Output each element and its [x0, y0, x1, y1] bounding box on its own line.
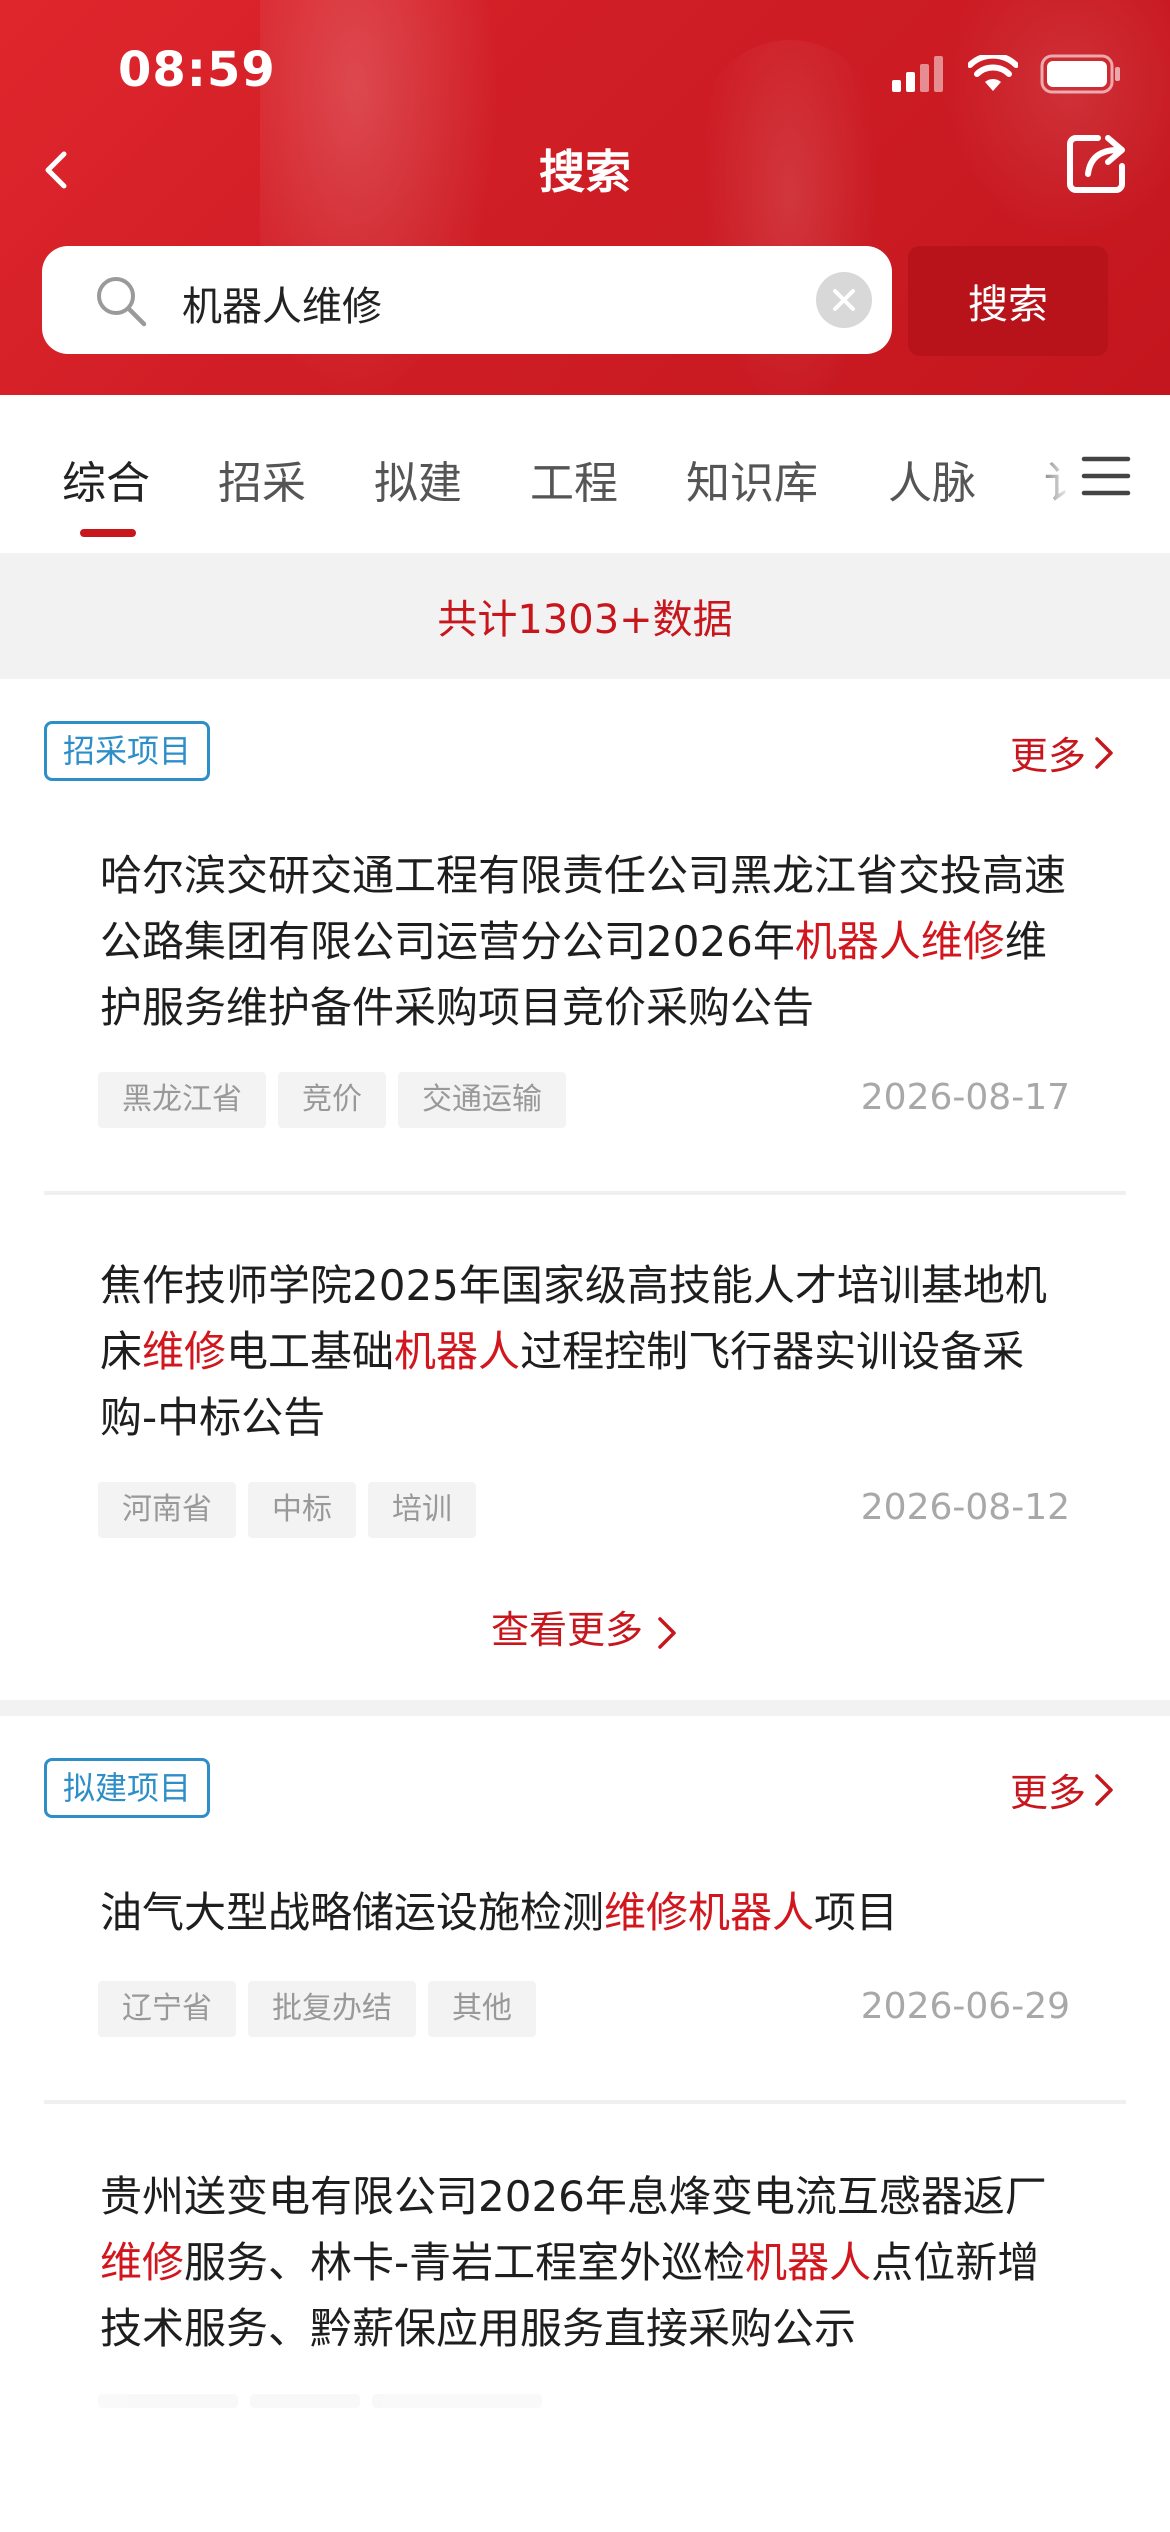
- signal-icon: [892, 56, 943, 92]
- title-text: 贵州送变电有限公司2026年息烽变电流互感器返厂: [100, 2172, 1047, 2221]
- title-highlight: 机器人: [394, 1327, 521, 1376]
- result-tags: [98, 2394, 542, 2408]
- page-title: 搜索: [539, 145, 631, 199]
- battery-icon: [1040, 54, 1120, 94]
- result-title[interactable]: 贵州送变电有限公司2026年息烽变电流互感器返厂维修服务、林卡-青岩工程室外巡检…: [100, 2164, 1070, 2362]
- category-tabs: 综合 招采 拟建 工程 知识库 人脉 讠: [0, 395, 1170, 553]
- result-title[interactable]: 焦作技师学院2025年国家级高技能人才培训基地机床维修电工基础机器人过程控制飞行…: [100, 1253, 1070, 1451]
- result-date: 2026-06-29: [860, 1986, 1070, 2027]
- section-tag: 拟建项目: [44, 1758, 211, 1819]
- divider: [44, 1191, 1126, 1195]
- title-highlight: 维修: [142, 1327, 227, 1376]
- result-tags: 辽宁省 批复办结 其他: [98, 1981, 536, 2037]
- result-tags: 河南省 中标 培训: [98, 1482, 476, 1538]
- section-tag: 招采项目: [44, 721, 211, 782]
- result-count: 共计1303+数据: [0, 553, 1170, 679]
- region-tag: 辽宁省: [98, 1981, 236, 2037]
- see-more-label: 查看更多: [490, 1608, 643, 1652]
- type-tag: 中标: [248, 1482, 356, 1538]
- more-label: 更多: [1009, 734, 1086, 778]
- see-more-link[interactable]: 查看更多: [0, 1599, 1170, 1654]
- more-link[interactable]: 更多: [1010, 725, 1116, 780]
- menu-icon[interactable]: [1080, 453, 1132, 499]
- title-highlight: 机器人: [745, 2238, 872, 2287]
- header-bar: 08:59 搜索 机器人维修 搜索: [0, 0, 1170, 395]
- title-highlight: 维修机器人: [604, 1888, 815, 1937]
- section-gap: [0, 1700, 1170, 1716]
- tab-proposed[interactable]: 拟建: [374, 447, 462, 511]
- share-icon[interactable]: [1064, 130, 1130, 196]
- chevron-right-icon: [1095, 1773, 1113, 1806]
- result-title[interactable]: 哈尔滨交研交通工程有限责任公司黑龙江省交投高速公路集团有限公司运营分公司2026…: [100, 843, 1070, 1041]
- divider: [44, 2100, 1126, 2104]
- industry-tag: 培训: [368, 1482, 476, 1538]
- chevron-right-icon: [658, 1616, 676, 1649]
- tag-placeholder: [98, 2394, 238, 2408]
- result-title[interactable]: 油气大型战略储运设施检测维修机器人项目: [100, 1880, 1070, 1946]
- section-procurement: 招采项目 更多 哈尔滨交研交通工程有限责任公司黑龙江省交投高速公路集团有限公司运…: [0, 679, 1170, 1700]
- active-tab-indicator: [80, 529, 136, 537]
- tab-overview[interactable]: 综合: [62, 447, 150, 511]
- more-link[interactable]: 更多: [1010, 1762, 1116, 1817]
- status-icons: [890, 54, 1122, 94]
- result-date: 2026-08-12: [860, 1487, 1070, 1528]
- search-icon: [97, 277, 147, 327]
- title-highlight: 机器人维修: [794, 917, 1005, 966]
- chevron-right-icon: [1095, 736, 1113, 769]
- tab-procurement[interactable]: 招采: [218, 447, 306, 511]
- title-text: 电工基础: [226, 1327, 395, 1376]
- section-proposed: 拟建项目 更多 油气大型战略储运设施检测维修机器人项目 辽宁省 批复办结 其他 …: [0, 1716, 1170, 2532]
- search-button[interactable]: 搜索: [908, 246, 1108, 356]
- clear-icon[interactable]: [816, 272, 872, 328]
- result-tags: 黑龙江省 竞价 交通运输: [98, 1072, 566, 1128]
- more-label: 更多: [1009, 1771, 1086, 1815]
- result-date: 2026-08-17: [860, 1077, 1070, 1118]
- tab-engineering[interactable]: 工程: [530, 447, 618, 511]
- status-time: 08:59: [118, 42, 276, 98]
- header-decoration: [940, 0, 1170, 240]
- region-tag: 河南省: [98, 1482, 236, 1538]
- title-text: 服务、林卡-青岩工程室外巡检: [184, 2238, 746, 2287]
- tag-placeholder: [250, 2394, 360, 2408]
- wifi-icon: [968, 55, 1018, 91]
- tag-placeholder: [372, 2394, 542, 2408]
- region-tag: 黑龙江省: [98, 1072, 266, 1128]
- tab-knowledge-base[interactable]: 知识库: [686, 447, 818, 511]
- title-text: 项目: [814, 1888, 899, 1937]
- search-query[interactable]: 机器人维修: [182, 274, 382, 332]
- industry-tag: 交通运输: [398, 1072, 566, 1128]
- title-highlight: 维修: [100, 2238, 185, 2287]
- type-tag: 批复办结: [248, 1981, 416, 2037]
- type-tag: 竞价: [278, 1072, 386, 1128]
- title-text: 油气大型战略储运设施检测: [100, 1888, 605, 1937]
- tab-contacts[interactable]: 人脉: [888, 447, 976, 511]
- industry-tag: 其他: [428, 1981, 536, 2037]
- search-input[interactable]: 机器人维修: [42, 246, 892, 354]
